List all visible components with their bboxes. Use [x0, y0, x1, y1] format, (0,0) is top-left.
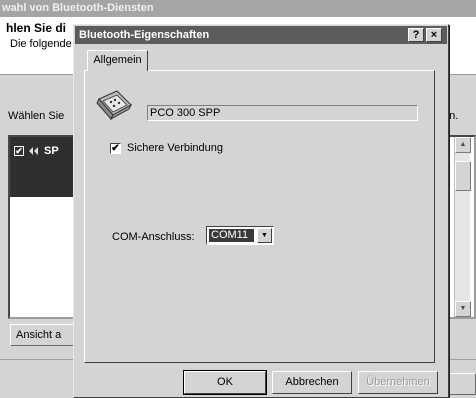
scroll-down-icon[interactable]: ▼ — [455, 301, 471, 317]
service-list-scrollbar[interactable]: ▲ ▼ — [454, 137, 471, 317]
choose-service-label: Wählen Sie — [8, 110, 65, 122]
cancel-button[interactable]: Abbrechen — [272, 371, 352, 394]
service-icon — [29, 147, 38, 155]
secure-connection-checkbox[interactable]: ✔ — [110, 143, 121, 154]
view-button[interactable]: Ansicht a — [10, 324, 82, 346]
scroll-up-icon[interactable]: ▲ — [455, 137, 471, 153]
list-item-label: SP — [44, 145, 59, 157]
tab-general[interactable]: Allgemein — [87, 50, 148, 71]
apply-button[interactable]: Übernehmen — [358, 371, 438, 394]
com-port-select[interactable]: COM11 ▼ — [206, 226, 274, 245]
list-checkbox[interactable]: ✔ — [14, 146, 24, 156]
com-port-value: COM11 — [209, 229, 254, 242]
chevron-down-icon[interactable]: ▼ — [257, 228, 272, 243]
scroll-thumb[interactable] — [455, 161, 471, 191]
device-name-field[interactable]: PCO 300 SPP — [147, 105, 418, 121]
com-port-label: COM-Anschluss: — [112, 231, 195, 243]
dialog-title-bar[interactable]: Bluetooth-Eigenschaften ? × — [75, 26, 447, 44]
wizard-heading: hlen Sie di — [6, 21, 67, 35]
background-window-title: wahl von Bluetooth-Diensten — [0, 0, 476, 17]
wizard-subtext: Die folgende — [10, 38, 72, 50]
bluetooth-properties-dialog: Bluetooth-Eigenschaften ? × Allgemein PC… — [73, 24, 449, 398]
ok-button[interactable]: OK — [183, 370, 267, 395]
dialog-title: Bluetooth-Eigenschaften — [79, 29, 210, 41]
list-item[interactable]: ✔ SP — [14, 145, 59, 157]
secure-connection-label[interactable]: Sichere Verbindung — [127, 142, 223, 154]
help-button[interactable]: ? — [408, 28, 424, 42]
close-button[interactable]: × — [426, 28, 442, 42]
serial-plug-icon — [96, 90, 133, 121]
